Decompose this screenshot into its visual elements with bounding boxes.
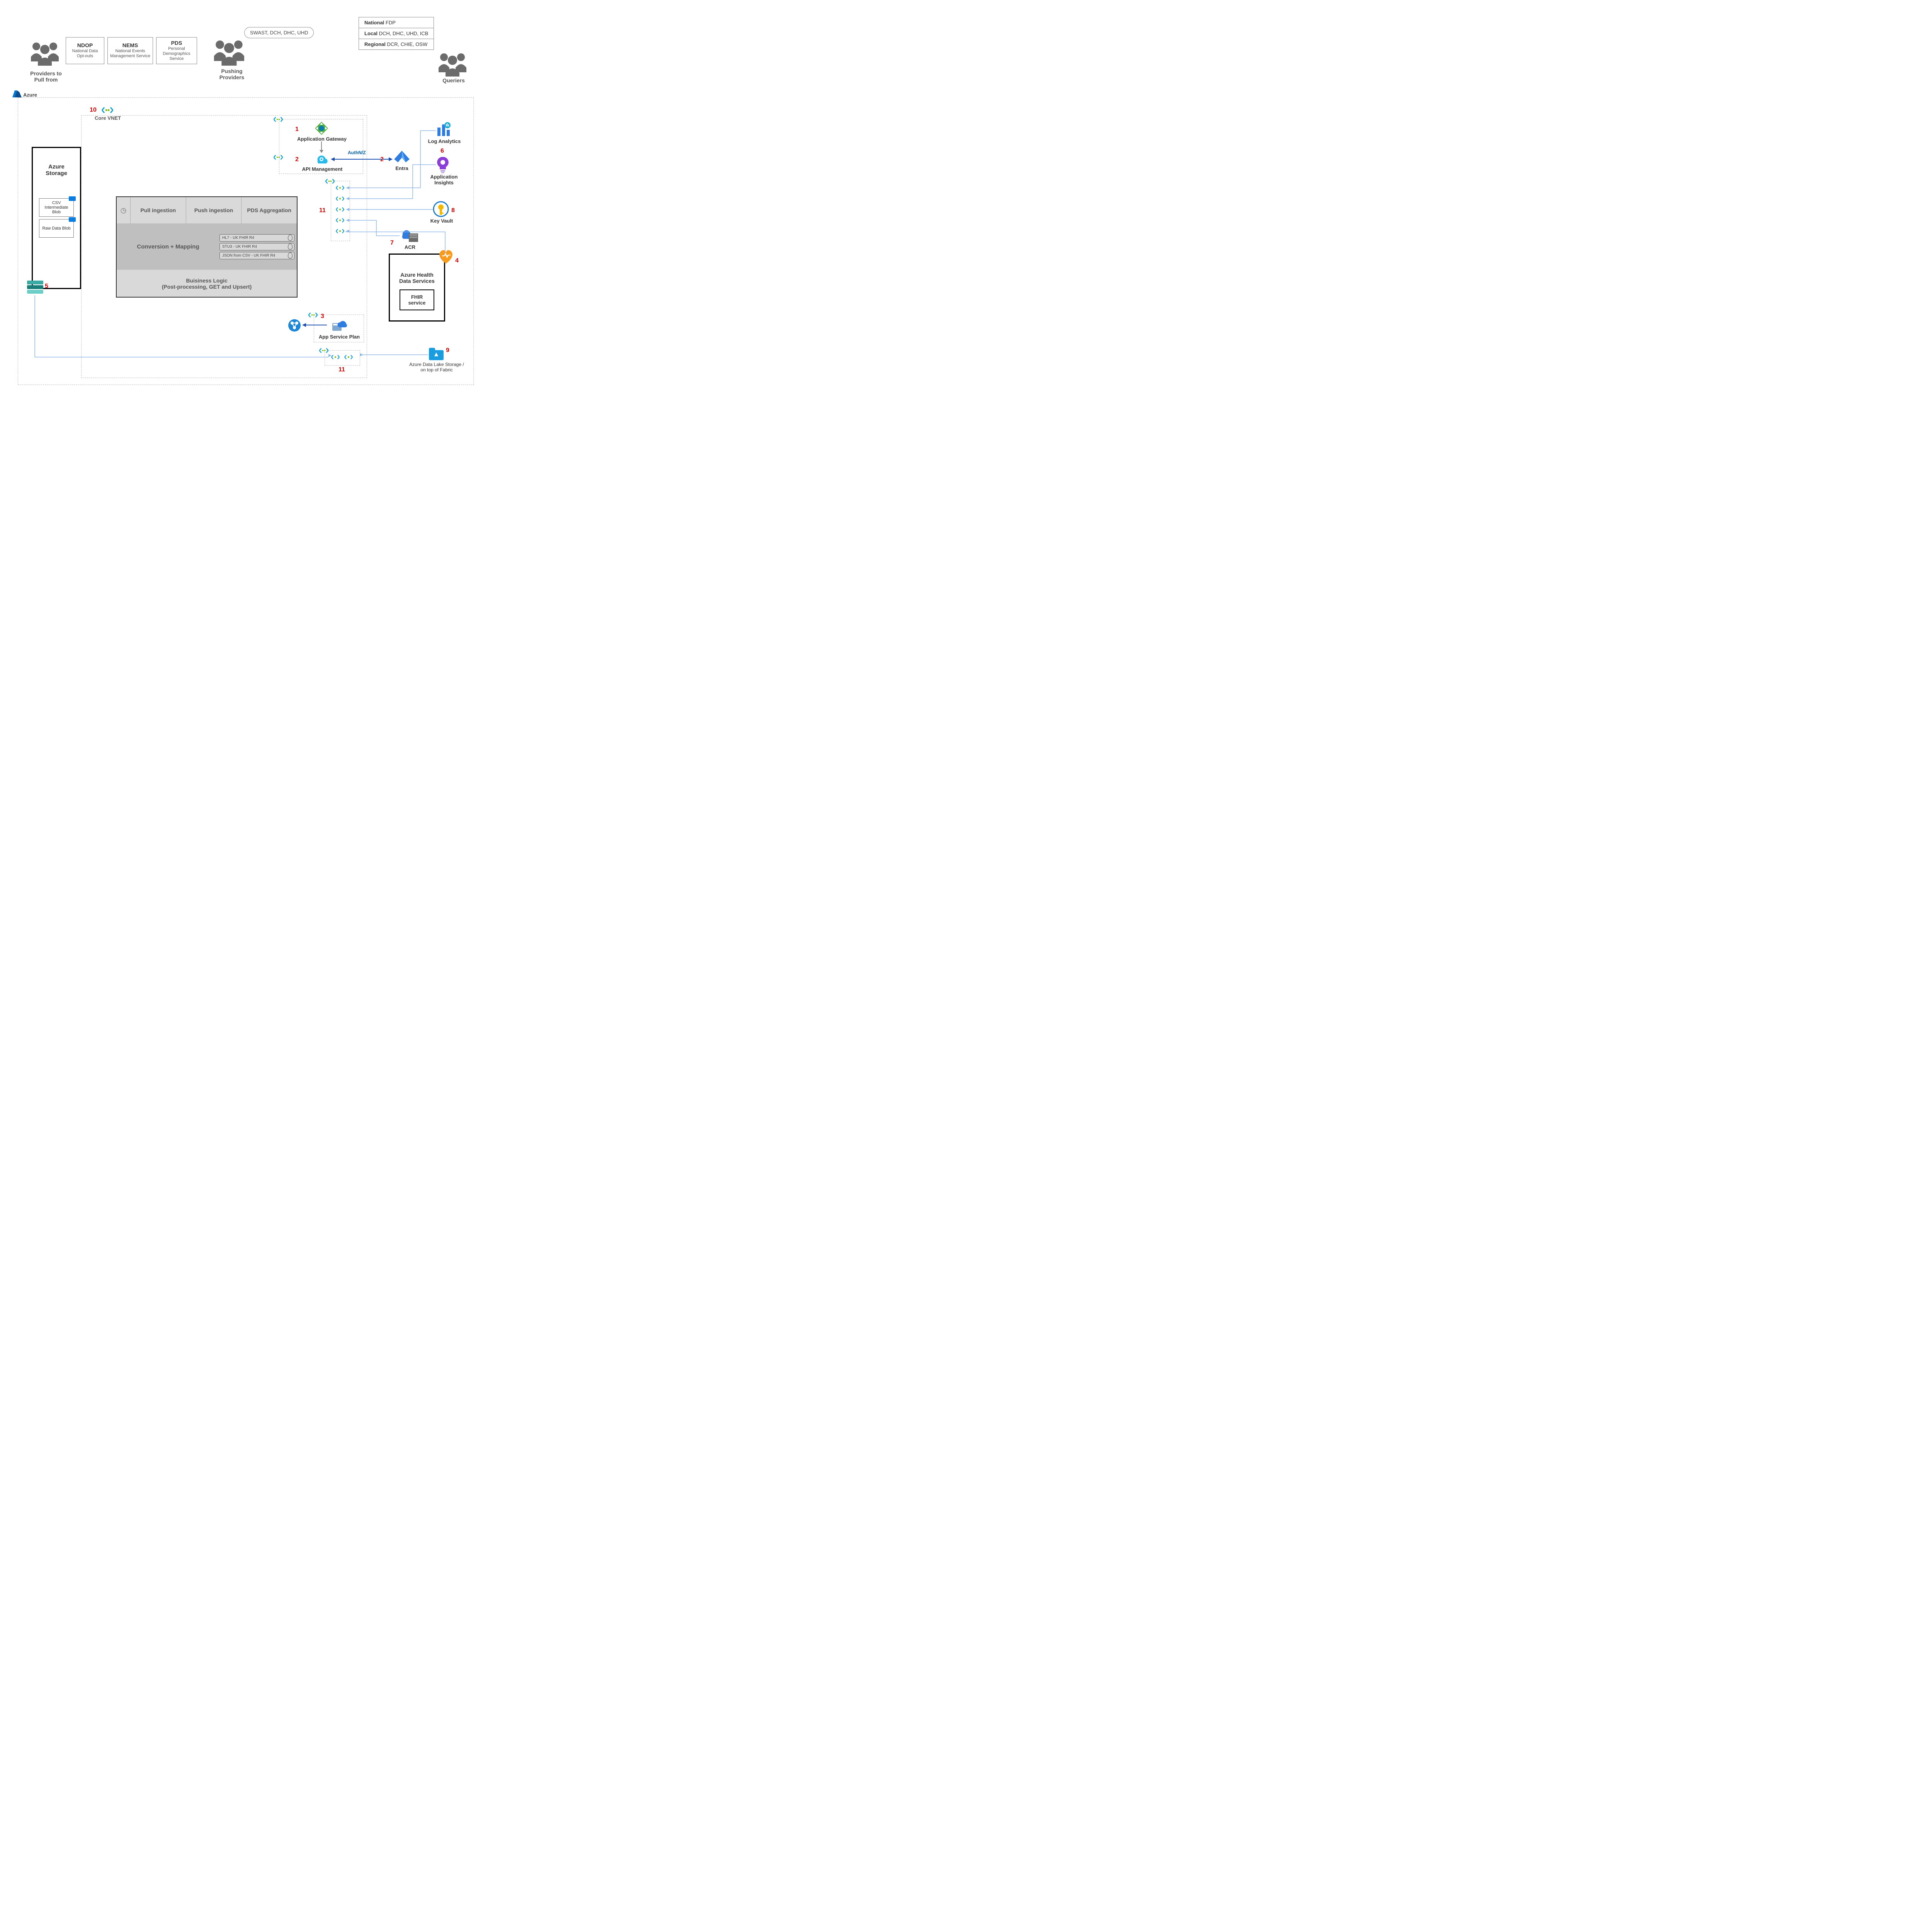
arrow-down-icon: [319, 141, 324, 153]
key-vault-label: Key Vault: [428, 218, 455, 224]
log-analytics-label: Log Analytics: [426, 138, 463, 144]
num-9: 9: [446, 347, 449, 354]
pds-sub: Personal Demographics Service: [158, 46, 195, 62]
entra-label: Entra: [394, 165, 410, 171]
nems-box: NEMS National Events Management Service: [107, 37, 153, 64]
q-national-b: National: [364, 20, 384, 26]
pds-title: PDS: [158, 40, 195, 46]
num-10: 10: [90, 107, 97, 114]
queriers-label: Queriers: [438, 77, 469, 83]
nems-title: NEMS: [109, 42, 151, 49]
pushing-label: Pushing Providers: [213, 68, 251, 80]
azure-badge: Azure: [12, 90, 37, 99]
web-app-icon: [287, 318, 301, 332]
private-endpoint-icon: [335, 196, 345, 202]
nems-sub: National Events Management Service: [109, 49, 151, 59]
q-national: FDP: [384, 20, 396, 26]
people-icon: [434, 50, 471, 77]
num-5: 5: [45, 283, 48, 290]
num-11a: 11: [319, 207, 326, 214]
storage-icon: [27, 281, 43, 294]
ahds-icon: [437, 248, 454, 264]
num-3: 3: [321, 313, 324, 320]
api-mgmt-label: API Management: [299, 166, 345, 172]
key-vault-icon: [433, 201, 449, 217]
private-endpoint-icon: [335, 206, 345, 213]
biz-logic: Buisiness Logic (Post-processing, GET an…: [117, 270, 297, 298]
q-regional-b: Regional: [364, 41, 386, 47]
tab-pull: Pull ingestion: [131, 197, 186, 223]
num-4: 4: [455, 257, 459, 264]
private-endpoint-icon: [335, 228, 345, 234]
azure-icon: [12, 90, 22, 99]
private-endpoint-icon: [335, 217, 345, 223]
function-app-box: ◷ Pull ingestion Push ingestion PDS Aggr…: [116, 196, 298, 298]
num-2a: 2: [295, 156, 299, 163]
private-endpoint-icon: [344, 354, 353, 360]
num-1: 1: [295, 126, 299, 133]
ndop-sub: National Data Opt-outs: [68, 49, 102, 59]
tab-pds: PDS Aggregation: [242, 197, 297, 223]
acr-icon: [400, 228, 419, 243]
ndop-title: NDOP: [68, 42, 102, 49]
fhir-box: FHIRservice: [400, 289, 434, 310]
providers-label: Providers to Pull from: [25, 70, 67, 83]
clock-icon: ◷: [117, 197, 131, 223]
vnet-endpoint-icon: [325, 178, 335, 185]
pushing-providers-pill: SWAST, DCH, DHC, UHD: [244, 27, 314, 38]
authn-label: AuthN/Z: [348, 150, 366, 155]
ndop-box: NDOP National Data Opt-outs: [66, 37, 104, 64]
people-icon: [28, 39, 63, 66]
q-local-b: Local: [364, 31, 378, 36]
queriers-box: National FDP Local DCH, DHC, UHD, ICB Re…: [359, 17, 434, 50]
vnet-endpoint-icon: [318, 347, 329, 354]
arrow-left-icon: [302, 322, 327, 328]
vnet-icon: [101, 106, 114, 114]
acr-label: ACR: [403, 244, 417, 250]
q-regional: DCR, CHIE, OSW: [386, 41, 427, 47]
ahds-box: Azure HealthData Services FHIRservice: [389, 254, 445, 322]
conv-json: JSON from CSV - UK FHIR R4: [219, 252, 294, 259]
q-local: DCH, DHC, UHD, ICB: [378, 31, 428, 36]
api-management-icon: [315, 153, 328, 165]
app-gateway-label: Application Gateway: [296, 136, 348, 142]
num-8: 8: [451, 207, 455, 214]
people-icon: [210, 37, 249, 66]
conv-stu3: STU3 - UK FHIR R4: [219, 243, 294, 250]
vnet-endpoint-icon: [308, 311, 318, 318]
log-analytics-icon: [436, 122, 451, 138]
application-gateway-icon: [314, 121, 329, 136]
num-6: 6: [440, 148, 444, 155]
app-service-plan-icon: [332, 318, 347, 332]
entra-icon: [394, 151, 410, 164]
tab-push: Push ingestion: [186, 197, 242, 223]
conv-hl7: HL7 - UK FHIR R4: [219, 234, 294, 242]
private-endpoint-icon: [335, 185, 345, 191]
vnet-endpoint-icon: [273, 116, 284, 123]
vnet-endpoint-icon: [273, 154, 284, 161]
storage-title: AzureStorage: [33, 163, 80, 177]
app-insights-label: Application Insights: [427, 174, 461, 186]
num-2b: 2: [380, 156, 384, 163]
conversion-title: Conversion + Mapping: [117, 243, 219, 250]
app-insights-icon: [436, 157, 450, 173]
num-7: 7: [390, 240, 394, 247]
pds-box: PDS Personal Demographics Service: [156, 37, 197, 64]
adls-icon: [429, 348, 444, 361]
app-service-plan-label: App Service Plan: [315, 334, 363, 340]
raw-blob: Raw Data Blob: [39, 219, 74, 238]
num-11b: 11: [338, 366, 345, 373]
adls-label: Azure Data Lake Storage / on top of Fabr…: [409, 362, 464, 373]
csv-blob: CSV Intermediate Blob: [39, 198, 74, 217]
pe-col-2: [325, 350, 360, 366]
core-vnet-label: Core VNET: [91, 115, 124, 121]
private-endpoint-icon: [331, 354, 340, 360]
ahds-title: Azure HealthData Services: [390, 272, 444, 284]
azure-storage-box: AzureStorage CSV Intermediate Blob Raw D…: [32, 147, 81, 289]
